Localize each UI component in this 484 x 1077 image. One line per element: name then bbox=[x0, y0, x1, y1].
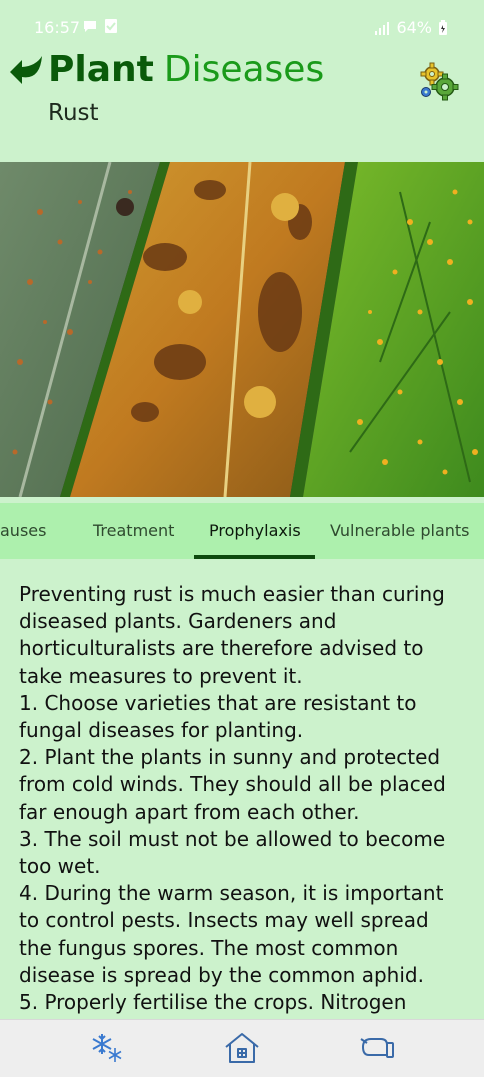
rust-leaves-image bbox=[0, 162, 484, 497]
check-clipboard-icon bbox=[105, 19, 117, 33]
settings-gears-icon[interactable] bbox=[418, 62, 462, 102]
snowflake-icon bbox=[92, 1034, 122, 1062]
title-word-diseases: Diseases bbox=[163, 49, 325, 90]
home-icon bbox=[225, 1033, 259, 1063]
nav-home-button[interactable] bbox=[222, 1030, 262, 1066]
disease-name: Rust bbox=[48, 100, 99, 126]
tab-prophylaxis[interactable]: Prophylaxis bbox=[209, 503, 301, 559]
title-word-plant: Plant bbox=[48, 49, 154, 90]
battery-percent: 64% bbox=[396, 18, 432, 37]
tab-content-scroll[interactable]: Preventing rust is much easier than curi… bbox=[0, 559, 484, 1019]
app-header: Plant Diseases Rust bbox=[0, 49, 484, 162]
tab-treatment[interactable]: Treatment bbox=[93, 503, 174, 559]
nav-weather-button[interactable] bbox=[87, 1030, 127, 1066]
nav-gloves-button[interactable] bbox=[357, 1030, 397, 1066]
info-tabs: auses Treatment Prophylaxis Vulnerable p… bbox=[0, 503, 484, 559]
signal-icon bbox=[375, 21, 390, 35]
disease-photo-banner bbox=[0, 162, 484, 497]
prophylaxis-text: Preventing rust is much easier than curi… bbox=[19, 582, 446, 1015]
back-arrow-icon[interactable] bbox=[6, 54, 46, 88]
status-bar: 16:57 64% bbox=[0, 0, 484, 52]
status-time: 16:57 bbox=[34, 18, 81, 37]
glove-icon bbox=[360, 1038, 394, 1058]
bottom-navigation bbox=[0, 1019, 484, 1077]
chat-bubble-icon bbox=[84, 21, 96, 32]
battery-icon bbox=[439, 19, 447, 35]
tab-vulnerable-plants[interactable]: Vulnerable plants bbox=[330, 503, 470, 559]
page-title: Plant Diseases bbox=[48, 48, 324, 92]
tab-causes[interactable]: auses bbox=[0, 503, 46, 559]
